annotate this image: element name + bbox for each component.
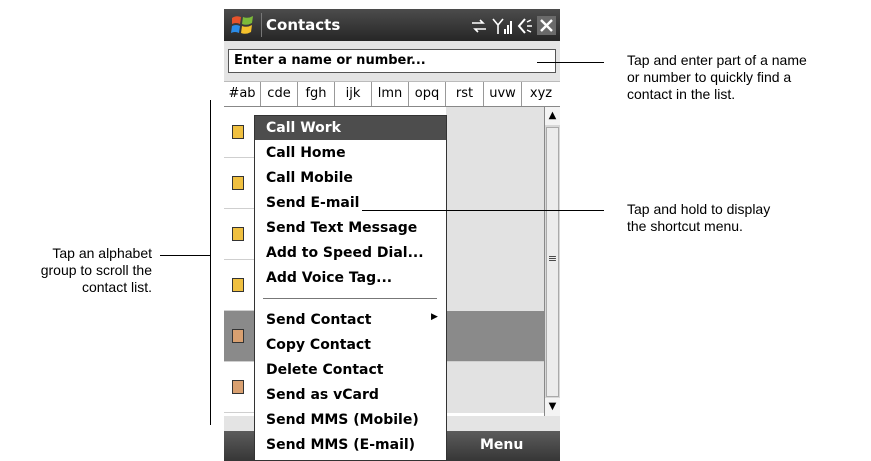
menu-item-call-mobile[interactable]: Call Mobile (255, 166, 446, 190)
alphabet-callout-line-3: contact list. (81, 279, 152, 295)
scrollbar[interactable]: ▲ ≡ ▼ (544, 107, 560, 416)
contact-card-icon (232, 125, 244, 139)
menu-item-call-work[interactable]: Call Work (255, 116, 446, 140)
row-shade (446, 107, 544, 158)
scroll-up-icon[interactable]: ▲ (545, 107, 560, 125)
alphabet-callout-line-2: group to scroll the (40, 262, 152, 278)
signal-icon[interactable] (492, 16, 512, 36)
menu-item-send-vcard[interactable]: Send as vCard (255, 383, 446, 407)
search-callout-line-3: contact in the list. (627, 86, 736, 102)
alphabet-callout-line-1: Tap an alphabet (52, 245, 152, 261)
window-title: Contacts (266, 16, 341, 34)
menu-divider (263, 298, 437, 299)
menu-callout: Tap and hold to display the shortcut men… (627, 201, 770, 235)
close-icon[interactable] (537, 16, 556, 35)
scroll-down-icon[interactable]: ▼ (545, 398, 560, 416)
windows-start-icon[interactable] (230, 14, 256, 36)
search-callout-line (537, 62, 604, 63)
alphabet-bracket-line (210, 100, 211, 425)
title-separator (261, 13, 262, 37)
alpha-group-opq[interactable]: opq (409, 82, 446, 106)
contact-card-icon (232, 227, 244, 241)
row-shade (446, 362, 544, 413)
menu-item-send-contact[interactable]: Send Contact (255, 308, 446, 332)
search-callout: Tap and enter part of a name or number t… (627, 52, 807, 103)
sync-icon[interactable] (470, 18, 488, 34)
search-callout-line-2: or number to quickly find a (627, 69, 792, 85)
alphabet-callout-line (160, 255, 210, 256)
row-shade (446, 158, 544, 209)
menu-item-call-home[interactable]: Call Home (255, 141, 446, 165)
alpha-group-ijk[interactable]: ijk (335, 82, 372, 106)
menu-item-speed-dial[interactable]: Add to Speed Dial... (255, 241, 446, 265)
menu-item-send-email[interactable]: Send E-mail (255, 191, 446, 215)
alpha-group-cde[interactable]: cde (261, 82, 298, 106)
search-placeholder: Enter a name or number... (234, 53, 426, 68)
contact-card-icon (232, 278, 244, 292)
alpha-group-uvw[interactable]: uvw (484, 82, 522, 106)
menu-item-send-text[interactable]: Send Text Message (255, 216, 446, 240)
menu-item-voice-tag[interactable]: Add Voice Tag... (255, 266, 446, 290)
context-menu: Call Work Call Home Call Mobile Send E-m… (254, 115, 447, 461)
alpha-group-rst[interactable]: rst (446, 82, 484, 106)
search-callout-line-1: Tap and enter part of a name (627, 52, 807, 68)
alpha-group-ab[interactable]: #ab (224, 82, 261, 106)
menu-callout-line-1: Tap and hold to display (627, 201, 771, 217)
title-bar: Contacts (224, 9, 560, 41)
alpha-group-lmn[interactable]: lmn (372, 82, 409, 106)
contact-card-icon (232, 176, 244, 190)
alphabet-callout: Tap an alphabet group to scroll the cont… (0, 245, 152, 296)
search-input[interactable]: Enter a name or number... (228, 49, 556, 73)
menu-callout-line (362, 210, 604, 211)
submenu-arrow-icon: ▶ (431, 312, 438, 322)
menu-item-delete-contact[interactable]: Delete Contact (255, 358, 446, 382)
row-shade (446, 260, 544, 311)
menu-item-copy-contact[interactable]: Copy Contact (255, 333, 446, 357)
grip-icon: ≡ (547, 252, 558, 265)
alpha-group-fgh[interactable]: fgh (298, 82, 335, 106)
row-shade (446, 209, 544, 260)
alpha-group-xyz[interactable]: xyz (522, 82, 560, 106)
menu-item-mms-mobile[interactable]: Send MMS (Mobile) (255, 408, 446, 432)
volume-icon[interactable] (516, 17, 534, 35)
menu-callout-line-2: the shortcut menu. (627, 218, 743, 234)
menu-softkey[interactable]: Menu (480, 437, 523, 453)
menu-item-mms-email[interactable]: Send MMS (E-mail) (255, 433, 446, 457)
scroll-thumb[interactable]: ≡ (546, 127, 559, 397)
alphabet-bar: #ab cde fgh ijk lmn opq rst uvw xyz (224, 81, 560, 107)
contact-person-icon (232, 380, 244, 394)
contact-person-icon (232, 329, 244, 343)
